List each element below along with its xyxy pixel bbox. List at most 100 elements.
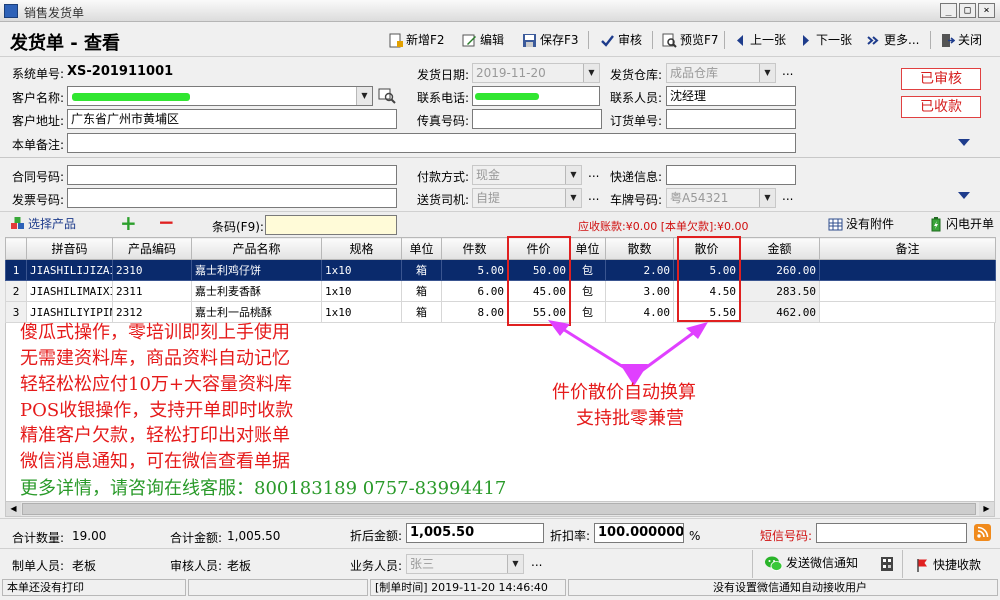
close-window-button[interactable]: × — [978, 3, 995, 18]
chevron-down-icon[interactable]: ▼ — [565, 189, 581, 207]
loose-qty-cell[interactable]: 3.00 — [605, 280, 674, 302]
flash-order-button[interactable]: 闪电开单 — [928, 214, 994, 234]
discount-rate-field[interactable]: 100.000000 — [594, 523, 684, 543]
col-header[interactable]: 金额 — [739, 237, 820, 260]
qty-cell[interactable]: 8.00 — [441, 301, 508, 323]
unit-cell[interactable]: 箱 — [401, 280, 442, 302]
col-header[interactable]: 产品编码 — [112, 237, 192, 260]
pinyin-cell[interactable]: JIASHILIJIZAIB — [26, 259, 113, 281]
chevron-down-icon[interactable]: ▼ — [759, 64, 775, 82]
pinyin-cell[interactable]: JIASHILIMAIXI — [26, 280, 113, 302]
invoice-field[interactable] — [67, 188, 397, 208]
driver-select[interactable]: 自提 ▼ — [472, 188, 582, 208]
approve-button[interactable]: 审核 — [600, 30, 642, 50]
spec-cell[interactable]: 1x10 — [321, 280, 402, 302]
chevron-down-icon[interactable]: ▼ — [507, 555, 523, 573]
sms-field[interactable] — [816, 523, 967, 543]
col-header[interactable]: 规格 — [321, 237, 402, 260]
scroll-left-icon[interactable]: ◀ — [6, 502, 21, 516]
note-cell[interactable] — [819, 301, 996, 323]
driver-more-button[interactable]: ... — [588, 189, 599, 203]
fax-field[interactable] — [472, 109, 602, 129]
table-row[interactable]: 2 JIASHILIMAIXI 2311 嘉士利麦香酥 1x10 箱 6.00 … — [5, 280, 996, 302]
name-cell[interactable]: 嘉士利鸡仔饼 — [191, 259, 322, 281]
discount-amount-label: 折后金额: — [350, 529, 403, 543]
save-button[interactable]: 保存F3 — [522, 30, 579, 50]
pay-more-button[interactable]: ... — [588, 166, 599, 180]
pay-select[interactable]: 现金 ▼ — [472, 165, 582, 185]
col-header[interactable]: 拼音码 — [26, 237, 113, 260]
select-product-button[interactable]: 选择产品 — [10, 214, 76, 234]
chevron-down-icon[interactable]: ▼ — [565, 166, 581, 184]
col-header[interactable]: 产品名称 — [191, 237, 322, 260]
sales-more-button[interactable]: ... — [531, 555, 542, 569]
expand-triangle-icon[interactable] — [958, 192, 970, 199]
customer-select[interactable]: ▼ — [67, 86, 373, 106]
col-header[interactable] — [5, 237, 27, 260]
unit2-cell[interactable]: 包 — [569, 259, 606, 281]
contact-field[interactable]: 沈经理 — [666, 86, 796, 106]
table-row[interactable]: 1 JIASHILIJIZAIB 2310 嘉士利鸡仔饼 1x10 箱 5.00… — [5, 259, 996, 281]
unit-cell[interactable]: 箱 — [401, 259, 442, 281]
barcode-input[interactable] — [265, 215, 397, 235]
plate-select[interactable]: 粤A54321 ▼ — [666, 188, 776, 208]
col-header[interactable]: 单位 — [401, 237, 442, 260]
col-header[interactable]: 件数 — [441, 237, 508, 260]
add-row-button[interactable]: + — [120, 213, 137, 233]
next-button[interactable]: 下一张 — [798, 30, 852, 50]
warehouse-more-button[interactable]: ... — [782, 64, 793, 78]
preview-button[interactable]: 预览F7 — [662, 30, 719, 50]
code-cell[interactable]: 2310 — [112, 259, 192, 281]
exit-door-icon — [940, 33, 955, 48]
address-field[interactable]: 广东省广州市黄埔区 — [67, 109, 397, 129]
sales-select[interactable]: 张三 ▼ — [406, 554, 524, 574]
minimize-button[interactable]: _ — [940, 3, 957, 18]
send-wechat-button[interactable]: 发送微信通知 — [764, 553, 858, 573]
unit-cell[interactable]: 箱 — [401, 301, 442, 323]
edit-button[interactable]: 编辑 — [462, 30, 504, 50]
toolbar-separator — [652, 31, 653, 49]
chevron-down-icon[interactable]: ▼ — [759, 189, 775, 207]
maximize-button[interactable]: □ — [959, 3, 976, 18]
col-header[interactable]: 散数 — [605, 237, 674, 260]
note-cell[interactable] — [819, 280, 996, 302]
note-cell[interactable] — [819, 259, 996, 281]
prev-button[interactable]: 上一张 — [732, 30, 786, 50]
order-no-field[interactable] — [666, 109, 796, 129]
discount-amount-field[interactable]: 1,005.50 — [406, 523, 544, 543]
more-button[interactable]: 更多... — [866, 30, 919, 50]
ship-date-field[interactable]: 2019-11-20 ▼ — [472, 63, 600, 83]
attachments-button[interactable]: 没有附件 — [828, 214, 894, 234]
quick-pay-button[interactable]: 快捷收款 — [915, 555, 981, 575]
name-cell[interactable]: 嘉士利麦香酥 — [191, 280, 322, 302]
close-button[interactable]: 关闭 — [940, 30, 982, 50]
remark-field[interactable] — [67, 133, 796, 153]
new-button[interactable]: 新增F2 — [388, 30, 445, 50]
chevron-down-icon[interactable]: ▼ — [356, 87, 372, 105]
spec-cell[interactable]: 1x10 — [321, 301, 402, 323]
unit2-cell[interactable]: 包 — [569, 280, 606, 302]
warehouse-select[interactable]: 成品仓库 ▼ — [666, 63, 776, 83]
col-header[interactable]: 备注 — [819, 237, 996, 260]
qty-cell[interactable]: 5.00 — [441, 259, 508, 281]
divider — [0, 157, 1000, 158]
approver-value: 老板 — [227, 559, 252, 573]
spec-cell[interactable]: 1x10 — [321, 259, 402, 281]
contract-field[interactable] — [67, 165, 397, 185]
col-header[interactable]: 单位 — [569, 237, 606, 260]
qty-cell[interactable]: 6.00 — [441, 280, 508, 302]
loose-qty-cell[interactable]: 2.00 — [605, 259, 674, 281]
horizontal-scrollbar[interactable]: ◀ ▶ — [5, 501, 995, 517]
express-field[interactable] — [666, 165, 796, 185]
qr-device-icon[interactable] — [880, 556, 894, 572]
remove-row-button[interactable]: − — [158, 212, 175, 232]
customer-lookup-icon[interactable] — [378, 87, 396, 105]
plate-more-button[interactable]: ... — [782, 189, 793, 203]
scroll-thumb[interactable] — [22, 503, 976, 515]
rss-icon[interactable] — [974, 524, 991, 541]
phone-field[interactable] — [472, 86, 600, 106]
expand-triangle-icon[interactable] — [958, 139, 970, 146]
code-cell[interactable]: 2311 — [112, 280, 192, 302]
scroll-right-icon[interactable]: ▶ — [979, 502, 994, 516]
chevron-down-icon[interactable]: ▼ — [583, 64, 599, 82]
